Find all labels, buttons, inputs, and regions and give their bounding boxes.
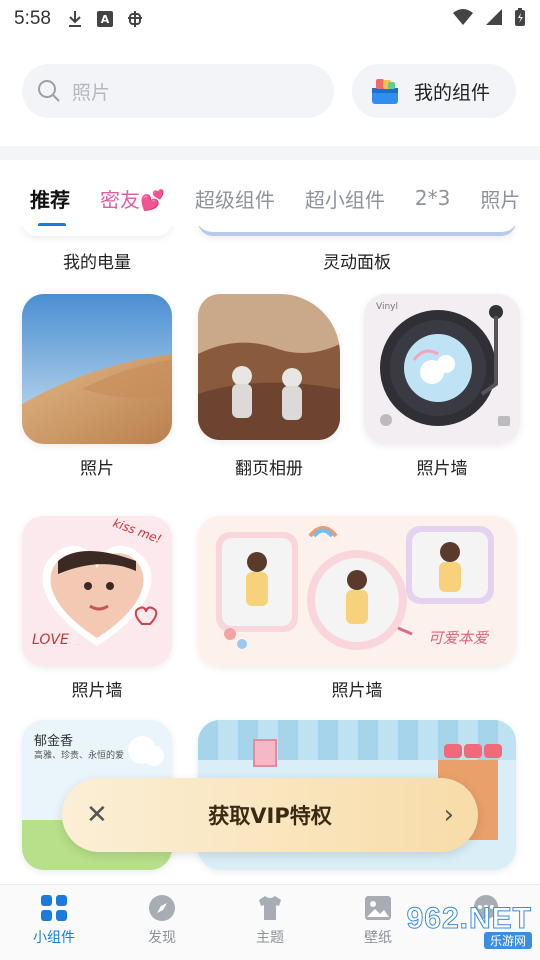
status-bar: 5:58 A — [0, 0, 540, 38]
cute-text: 可爱本爱 — [427, 629, 488, 647]
dynamic-panel-card[interactable] — [198, 226, 516, 236]
search-input[interactable]: 照片 — [22, 64, 334, 118]
search-row: 照片 我的组件 — [22, 64, 518, 120]
tab-photos[interactable]: 照片 — [480, 184, 520, 213]
section-divider — [0, 146, 540, 160]
signal-icon — [484, 8, 504, 30]
vinyl-photo-wall-widget[interactable]: Vinyl — [364, 294, 520, 444]
compass-icon — [147, 893, 177, 923]
photo-widget-desert[interactable] — [22, 294, 172, 444]
nav-item-themes[interactable]: 主题 — [216, 885, 324, 960]
nav-item-widgets[interactable]: 小组件 — [0, 885, 108, 960]
image-icon — [363, 893, 393, 923]
nav-label-widgets: 小组件 — [33, 930, 75, 946]
love-text: LOVE — [32, 632, 69, 648]
tab-recommend[interactable]: 推荐 — [30, 184, 70, 226]
search-icon — [38, 80, 60, 102]
shirt-icon — [255, 893, 285, 923]
widget-label-photo: 照片 — [80, 459, 114, 479]
widget-label-battery: 我的电量 — [63, 253, 131, 273]
bug-icon — [125, 9, 145, 29]
heart-photo-wall-widget[interactable]: kiss me! LOVE — [22, 516, 172, 666]
nav-label-themes: 主题 — [256, 930, 284, 946]
nav-label-wallpapers: 壁纸 — [364, 930, 392, 946]
category-tabs: 推荐 密友💕 超级组件 超小组件 2*3 照片 — [0, 170, 540, 226]
search-placeholder: 照片 — [72, 81, 111, 104]
wifi-icon — [452, 8, 474, 30]
widget-label-flip-album: 翻页相册 — [235, 459, 303, 479]
vip-banner[interactable]: ✕ 获取VIP特权 › — [62, 778, 478, 852]
cute-photo-wall-widget[interactable]: 可爱本爱 — [198, 516, 516, 666]
widget-label-photo-wall: 照片墙 — [416, 459, 468, 479]
my-widgets-label: 我的组件 — [414, 81, 491, 104]
nav-label-discover: 发现 — [148, 930, 176, 946]
watermark-top: 962.NET — [406, 902, 532, 936]
vip-label: 获取VIP特权 — [208, 804, 332, 828]
my-widgets-button[interactable]: 我的组件 — [352, 64, 516, 118]
battery-widget-card[interactable] — [22, 226, 172, 236]
grid-icon — [39, 893, 69, 923]
status-time: 5:58 — [14, 8, 51, 29]
a-app-icon: A — [96, 11, 113, 27]
download-icon — [65, 9, 85, 29]
tab-super-widgets[interactable]: 超级组件 — [195, 184, 275, 213]
tab-2x3[interactable]: 2*3 — [415, 186, 450, 210]
nav-item-discover[interactable]: 发现 — [108, 885, 216, 960]
close-icon[interactable]: ✕ — [86, 800, 116, 830]
battery-icon — [514, 7, 526, 31]
flip-album-widget[interactable] — [198, 294, 340, 440]
tab-close-friends[interactable]: 密友💕 — [100, 184, 165, 213]
widget-box-icon — [370, 76, 400, 106]
watermark: 962.NET 乐游网 — [392, 902, 532, 954]
watermark-bottom: 乐游网 — [483, 932, 532, 949]
widget-label-dynamic-panel: 灵动面板 — [323, 253, 391, 273]
tab-mini-widgets[interactable]: 超小组件 — [305, 184, 385, 213]
vinyl-brand-text: Vinyl — [376, 302, 398, 312]
chevron-right-icon[interactable]: › — [424, 800, 454, 830]
widget-label-cute-wall: 照片墙 — [331, 681, 383, 701]
widget-label-heart-wall: 照片墙 — [71, 681, 123, 701]
